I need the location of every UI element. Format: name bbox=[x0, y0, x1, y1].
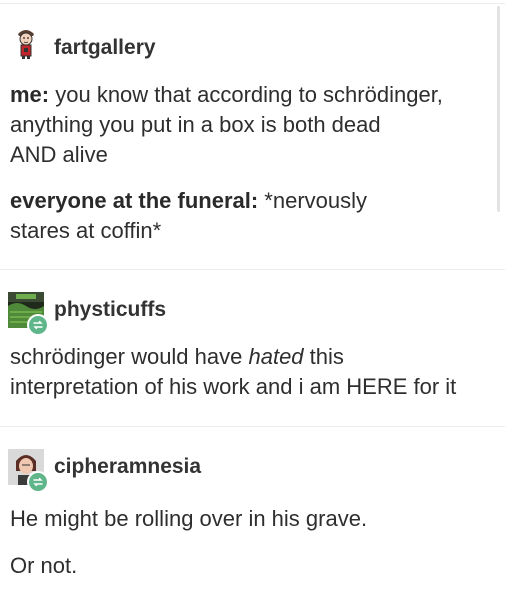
scrollbar[interactable] bbox=[497, 6, 500, 212]
text-line: schrödinger would have hated this bbox=[10, 344, 344, 369]
username-label[interactable]: fartgallery bbox=[54, 36, 156, 60]
post-text: schrödinger would have hated this interp… bbox=[10, 342, 456, 402]
text-line: AND alive bbox=[10, 142, 108, 167]
post-header: fartgallery bbox=[0, 24, 480, 64]
text-line: interpretation of his work and i am HERE… bbox=[10, 374, 457, 399]
text-line: me: you know that according to schröding… bbox=[10, 82, 443, 107]
username-label[interactable]: physticuffs bbox=[54, 298, 166, 322]
avatar-fartgallery[interactable] bbox=[8, 24, 44, 60]
text-line: stares at coffin* bbox=[10, 218, 162, 243]
cartoon-character-avatar-icon bbox=[8, 24, 44, 60]
post-text: everyone at the funeral: *nervously star… bbox=[10, 186, 367, 246]
post-text: He might be rolling over in his grave. bbox=[10, 504, 367, 534]
top-divider bbox=[0, 3, 505, 4]
username-label[interactable]: cipheramnesia bbox=[54, 455, 201, 479]
post-divider bbox=[0, 426, 505, 427]
post-divider bbox=[0, 269, 505, 270]
reblog-icon bbox=[27, 314, 49, 336]
reblog-icon bbox=[27, 471, 49, 493]
text-line: Or not. bbox=[10, 553, 78, 578]
post-text: me: you know that according to schröding… bbox=[10, 80, 443, 170]
text-line: everyone at the funeral: *nervously bbox=[10, 188, 368, 213]
post-header: physticuffs bbox=[0, 292, 480, 336]
text-line: He might be rolling over in his grave. bbox=[10, 506, 368, 531]
post-header: cipheramnesia bbox=[0, 449, 480, 493]
text-line: anything you put in a box is both dead bbox=[10, 112, 381, 137]
post-text: Or not. bbox=[10, 551, 77, 581]
